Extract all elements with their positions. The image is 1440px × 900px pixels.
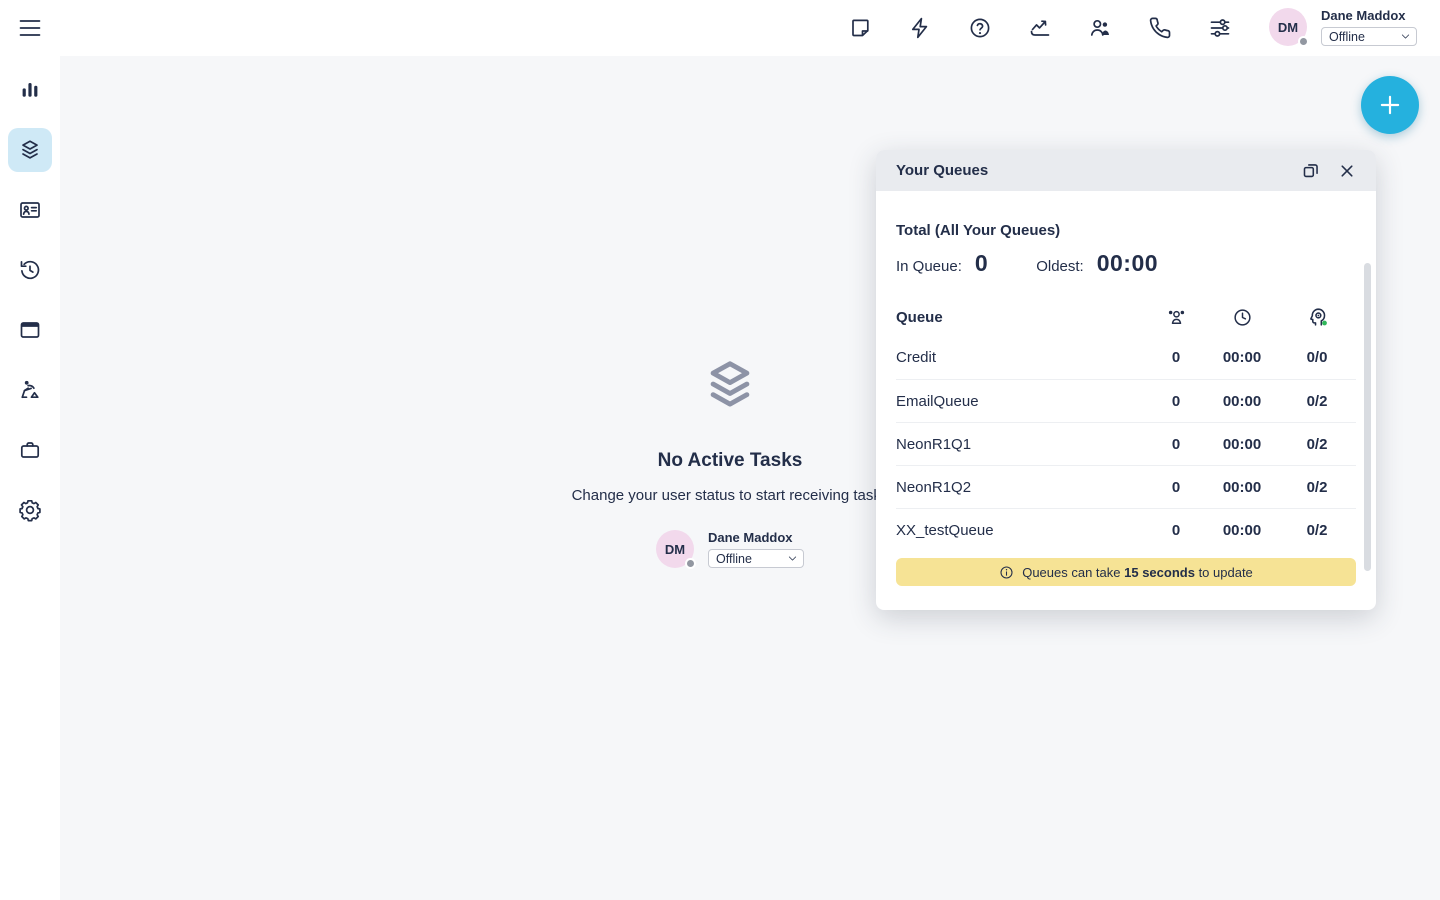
panel-title: Your Queues bbox=[896, 162, 1288, 179]
bar-chart-icon bbox=[18, 78, 42, 102]
queue-column-header: Queue bbox=[896, 309, 1146, 326]
presence-dot bbox=[685, 558, 696, 569]
chevron-down-icon bbox=[1400, 31, 1411, 42]
sidebar-item-settings[interactable] bbox=[8, 488, 52, 532]
queue-in-queue: 0 bbox=[1146, 393, 1206, 410]
clock-icon bbox=[1206, 307, 1278, 328]
chevron-down-icon bbox=[787, 553, 798, 564]
panel-header: Your Queues bbox=[876, 150, 1376, 191]
queue-agents: 0/0 bbox=[1278, 349, 1356, 366]
queue-name: XX_testQueue bbox=[896, 522, 1146, 539]
status-select[interactable]: Offline bbox=[708, 549, 804, 568]
queue-name: NeonR1Q1 bbox=[896, 436, 1146, 453]
queue-in-queue: 0 bbox=[1146, 349, 1206, 366]
queue-oldest: 00:00 bbox=[1206, 522, 1278, 539]
banner-text: Queues can take 15 seconds to update bbox=[1022, 565, 1253, 580]
avatar-initials: DM bbox=[1278, 20, 1298, 35]
table-row: Credit 0 00:00 0/0 bbox=[896, 336, 1356, 379]
avatar: DM bbox=[656, 530, 694, 568]
sidebar-item-tasks[interactable] bbox=[8, 128, 52, 172]
agent-availability-icon bbox=[1278, 306, 1356, 328]
totals-row: In Queue: 0 Oldest: 00:00 bbox=[896, 250, 1356, 277]
menu-icon[interactable] bbox=[18, 16, 42, 40]
builder-icon bbox=[18, 378, 42, 402]
table-row: NeonR1Q2 0 00:00 0/2 bbox=[896, 465, 1356, 508]
queue-in-queue: 0 bbox=[1146, 436, 1206, 453]
sidebar-item-builder[interactable] bbox=[8, 368, 52, 412]
oldest-value: 00:00 bbox=[1097, 250, 1158, 277]
queue-agents: 0/2 bbox=[1278, 479, 1356, 496]
presence-dot bbox=[1298, 36, 1309, 47]
status-select[interactable]: Offline bbox=[1321, 27, 1417, 46]
total-heading: Total (All Your Queues) bbox=[896, 191, 1356, 239]
contacts-icon[interactable] bbox=[1088, 16, 1112, 40]
queue-name: NeonR1Q2 bbox=[896, 479, 1146, 496]
sliders-icon[interactable] bbox=[1208, 16, 1232, 40]
queues-table: Queue Credit 0 00:00 0/0 bbox=[896, 298, 1356, 551]
queue-agents: 0/2 bbox=[1278, 393, 1356, 410]
history-icon bbox=[18, 258, 42, 282]
queue-agents: 0/2 bbox=[1278, 436, 1356, 453]
layers-icon bbox=[701, 356, 759, 414]
table-row: EmailQueue 0 00:00 0/2 bbox=[896, 379, 1356, 422]
window-icon bbox=[18, 318, 42, 342]
queue-name: EmailQueue bbox=[896, 393, 1146, 410]
scrollbar-thumb[interactable] bbox=[1364, 263, 1371, 571]
briefcase-icon bbox=[18, 438, 42, 462]
sidebar bbox=[0, 56, 60, 900]
topbar-icon-group bbox=[848, 16, 1232, 40]
queue-in-queue: 0 bbox=[1146, 522, 1206, 539]
table-row: XX_testQueue 0 00:00 0/2 bbox=[896, 508, 1356, 551]
group-icon bbox=[1146, 307, 1206, 328]
info-icon bbox=[999, 565, 1014, 580]
phone-icon[interactable] bbox=[1148, 16, 1172, 40]
help-icon[interactable] bbox=[968, 16, 992, 40]
sidebar-item-contacts[interactable] bbox=[8, 188, 52, 232]
queue-oldest: 00:00 bbox=[1206, 393, 1278, 410]
contact-card-icon bbox=[18, 198, 42, 222]
zap-icon[interactable] bbox=[908, 16, 932, 40]
queue-agents: 0/2 bbox=[1278, 522, 1356, 539]
queue-oldest: 00:00 bbox=[1206, 479, 1278, 496]
in-queue-label: In Queue: bbox=[896, 258, 962, 275]
popout-icon[interactable] bbox=[1300, 159, 1324, 183]
close-icon[interactable] bbox=[1336, 159, 1360, 183]
sidebar-item-workspace[interactable] bbox=[8, 308, 52, 352]
add-task-button[interactable] bbox=[1361, 76, 1419, 134]
table-header-row: Queue bbox=[896, 298, 1356, 336]
sidebar-item-dashboard[interactable] bbox=[8, 68, 52, 112]
user-name: Dane Maddox bbox=[1321, 8, 1417, 23]
in-queue-value: 0 bbox=[975, 250, 988, 277]
avatar-initials: DM bbox=[665, 542, 685, 557]
top-bar: DM Dane Maddox Offline bbox=[0, 0, 1440, 56]
avatar[interactable]: DM bbox=[1269, 8, 1307, 46]
settings-icon bbox=[18, 498, 42, 522]
status-value: Offline bbox=[716, 552, 752, 566]
your-queues-panel: Your Queues Total (All Your Queues) In Q… bbox=[876, 150, 1376, 610]
note-icon[interactable] bbox=[848, 16, 872, 40]
queue-in-queue: 0 bbox=[1146, 479, 1206, 496]
plus-icon bbox=[1377, 92, 1403, 118]
user-name: Dane Maddox bbox=[708, 530, 804, 545]
topbar-user-cluster: DM Dane Maddox Offline bbox=[1269, 8, 1417, 46]
update-info-banner: Queues can take 15 seconds to update bbox=[896, 558, 1356, 586]
queue-oldest: 00:00 bbox=[1206, 436, 1278, 453]
main-content: No Active Tasks Change your user status … bbox=[60, 56, 1440, 900]
sidebar-item-history[interactable] bbox=[8, 248, 52, 292]
layers-icon bbox=[18, 138, 42, 162]
table-row: NeonR1Q1 0 00:00 0/2 bbox=[896, 422, 1356, 465]
oldest-label: Oldest: bbox=[1036, 258, 1084, 275]
queue-oldest: 00:00 bbox=[1206, 349, 1278, 366]
sidebar-item-briefcase[interactable] bbox=[8, 428, 52, 472]
analytics-icon[interactable] bbox=[1028, 16, 1052, 40]
status-value: Offline bbox=[1329, 30, 1365, 44]
queue-name: Credit bbox=[896, 349, 1146, 366]
